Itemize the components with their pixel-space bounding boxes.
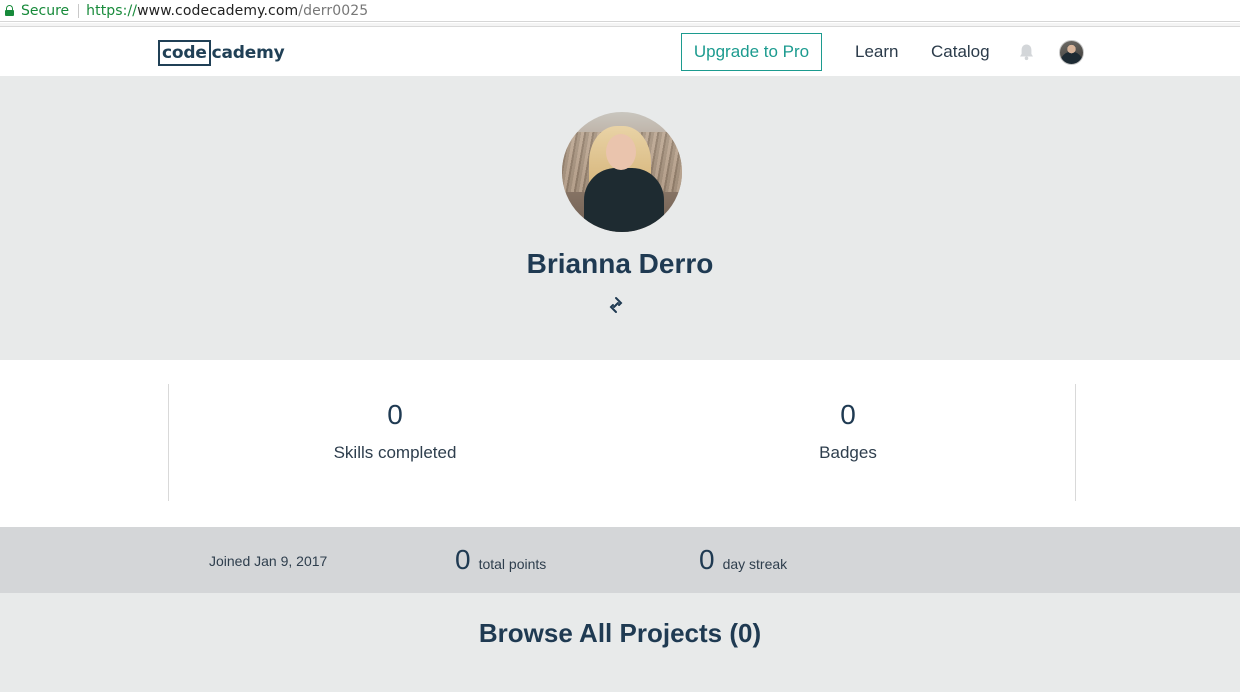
- joined-date: Joined Jan 9, 2017: [209, 553, 328, 569]
- upgrade-to-pro-button[interactable]: Upgrade to Pro: [681, 33, 822, 71]
- profile-name: Brianna Derro: [526, 248, 714, 279]
- url-scheme: https://: [86, 2, 138, 19]
- logo-code-part: code: [158, 40, 211, 66]
- url-host: www.codecademy.com: [137, 2, 299, 19]
- codecademy-logo[interactable]: code cademy: [158, 40, 285, 66]
- profile-stats: 0 Skills completed 0 Badges: [0, 360, 1240, 527]
- total-points-value: 0: [455, 544, 471, 575]
- lock-icon: [5, 4, 14, 16]
- header-avatar[interactable]: [1059, 40, 1084, 65]
- badges-stat: 0 Badges: [738, 398, 958, 463]
- day-streak-value: 0: [699, 544, 715, 575]
- url-text[interactable]: https://www.codecademy.com/derr0025: [86, 3, 368, 19]
- skills-completed-label: Skills completed: [333, 443, 457, 462]
- stats-divider-left: [168, 384, 169, 501]
- skills-completed-value: 0: [387, 399, 403, 430]
- profile-avatar: [562, 112, 682, 232]
- badges-label: Badges: [819, 443, 877, 462]
- day-streak-label: day streak: [722, 556, 788, 572]
- site-header: code cademy Upgrade to Pro Learn Catalog: [0, 27, 1240, 76]
- url-path: /derr0025: [298, 2, 369, 19]
- total-points-metric: 0 total points: [455, 543, 546, 577]
- day-streak-metric: 0 day streak: [699, 543, 787, 577]
- link-icon[interactable]: [607, 296, 625, 314]
- nav-learn-link[interactable]: Learn: [855, 42, 898, 62]
- total-points-label: total points: [478, 556, 547, 572]
- secure-label: Secure: [21, 2, 70, 19]
- profile-summary-bar: Joined Jan 9, 2017 0 total points 0 day …: [0, 527, 1240, 593]
- skills-completed-stat: 0 Skills completed: [285, 398, 505, 463]
- profile-hero: Brianna Derro: [0, 76, 1240, 360]
- nav-catalog-link[interactable]: Catalog: [931, 42, 990, 62]
- browser-address-bar[interactable]: Secure https://www.codecademy.com/derr00…: [0, 0, 1240, 22]
- projects-section: Browse All Projects (0): [0, 593, 1240, 692]
- stats-divider-right: [1075, 384, 1076, 501]
- browse-projects-heading: Browse All Projects (0): [478, 618, 762, 648]
- logo-cademy-part: cademy: [211, 43, 285, 63]
- badges-value: 0: [840, 399, 856, 430]
- bell-icon[interactable]: [1018, 43, 1035, 61]
- address-divider: [78, 3, 80, 18]
